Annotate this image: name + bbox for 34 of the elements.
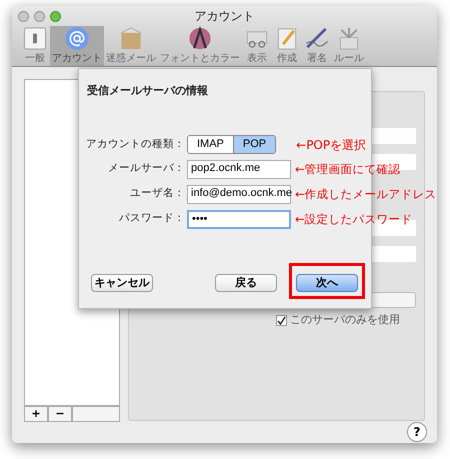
switch-icon	[22, 26, 48, 51]
field-label: パスワード：	[118, 211, 186, 226]
zoom-button[interactable]	[50, 10, 61, 22]
dialog-button[interactable]: 次へ	[296, 274, 358, 292]
help-button[interactable]: ?	[407, 422, 427, 442]
field-label: アカウントの種類：	[85, 136, 186, 152]
at-sign-icon	[64, 26, 90, 51]
input-field[interactable]: ••••	[187, 210, 291, 228]
segment-option[interactable]: IMAP	[188, 136, 233, 153]
toolbar-tab[interactable]: フォントとカラー	[158, 26, 242, 66]
minimize-button[interactable]	[34, 10, 45, 22]
sheet-title: 受信メールサーバの情報	[86, 83, 209, 99]
checkbox[interactable]	[276, 314, 287, 326]
checkbox-label: このサーバのみを使用	[290, 312, 400, 328]
dialog-button[interactable]: 戻る	[215, 274, 277, 292]
dialog-button[interactable]: キャンセル	[91, 274, 153, 292]
pen-icon	[304, 26, 330, 51]
field-label: ユーザ名：	[129, 186, 186, 202]
input-field[interactable]: info@demo.ocnk.me	[187, 184, 291, 204]
toolbar-tab[interactable]: 署名	[302, 26, 332, 66]
annotation-text: ←管理画面にて確認	[295, 162, 401, 176]
segment-option[interactable]: POP	[232, 136, 276, 153]
list-button[interactable]: −	[48, 406, 72, 422]
toolbar-tab[interactable]: アカウント	[50, 26, 104, 66]
close-button[interactable]	[18, 10, 29, 22]
window-title: アカウント	[194, 8, 254, 25]
input-field[interactable]: pop2.ocnk.me	[187, 160, 291, 178]
list-button[interactable]: +	[24, 406, 48, 422]
check-icon	[277, 316, 286, 325]
toolbar-tab[interactable]: 表示	[242, 26, 272, 66]
field-label: メールサーバ：	[107, 161, 186, 176]
annotation-text: ←設定したパスワード	[295, 212, 413, 226]
annotation-text: ←作成したメールアドレス	[295, 187, 437, 201]
annotation-text: ←POPを選択	[296, 136, 366, 154]
